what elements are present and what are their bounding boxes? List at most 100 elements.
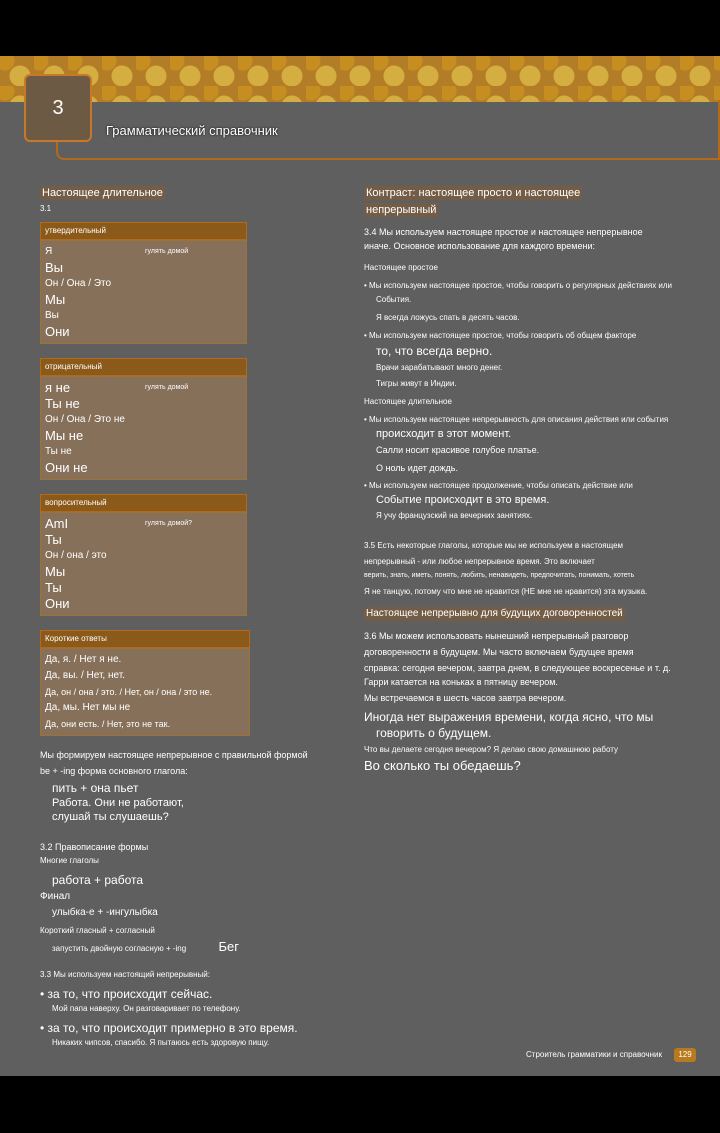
example: работа + работа [52, 873, 144, 887]
table-row: я не [45, 380, 71, 395]
table-header: утвердительный [40, 222, 247, 240]
table-row: Я [45, 246, 53, 257]
table-note: гулять домой [145, 384, 189, 391]
table-row: Он / она / это [45, 550, 107, 561]
example: запустить двойную согласную + -ing Бег [40, 940, 320, 956]
unit-number: 3 [52, 96, 64, 119]
example: Мой папа наверху. Он разговаривает по те… [52, 1004, 241, 1013]
table-row: AmI [45, 516, 69, 531]
example: пить + она пьет [52, 781, 139, 795]
table-row: Мы [45, 564, 66, 579]
table-note: гулять домой? [145, 520, 193, 527]
text-line: Мы формируем настоящее непрерывное с пра… [40, 750, 308, 760]
table-row: Ты не [45, 396, 80, 411]
table-row: Ты не [45, 446, 72, 457]
section-title-contrast: Контраст: настоящее просто и настоящее [364, 186, 583, 200]
bullet: • за то, что происходит сейчас. [40, 987, 213, 1001]
text-line: говорить о будущем. [376, 726, 492, 740]
table-row: Он / Она / Это [45, 278, 112, 289]
unit-number-badge: 3 [24, 74, 92, 142]
footer-text: Строитель грамматики и справочник [526, 1050, 662, 1059]
table-row: Он / Она / Это не [45, 414, 125, 425]
header-banner [0, 56, 720, 102]
table-row: Вы [45, 260, 64, 275]
section-title-present-continuous: Настоящее длительное [40, 186, 165, 200]
table-header: Короткие ответы [40, 630, 250, 648]
text-line: иначе. Основное использование для каждог… [364, 241, 595, 251]
example: Никаких чипсов, спасибо. Я пытаюсь есть … [52, 1038, 270, 1047]
table-row: Да, я. / Нет я не. [45, 654, 122, 665]
bullet: • Мы используем настоящее продолжение, ч… [364, 481, 633, 490]
page-number: 129 [674, 1048, 696, 1062]
section-number: 3.1 [40, 204, 52, 213]
table-body: Да, я. / Нет я не. Да, вы. / Нет, нет. Д… [40, 648, 250, 736]
example: Мы встречаемся в шесть часов завтра вече… [364, 693, 567, 703]
table-row: Ты [45, 532, 62, 547]
text-line: справка: сегодня вечером, завтра днем, в… [364, 663, 671, 673]
section-title-future: Настоящее непрерывно для будущих договор… [364, 607, 625, 621]
example: улыбка-е + -ингулыбка [52, 907, 158, 918]
table-body: гулять домой? AmI Ты Он / она / это Мы Т… [40, 512, 247, 616]
short-answers-table: Короткие ответы Да, я. / Нет я не. Да, в… [40, 630, 250, 736]
example: Тигры живут в Индии. [376, 379, 457, 388]
example-result: Бег [218, 939, 239, 954]
text-line: Иногда нет выражения времени, когда ясно… [364, 710, 654, 724]
table-row: Мы не [45, 428, 84, 443]
example: Во сколько ты обедаешь? [364, 758, 521, 773]
bullet: • Мы используем настоящее простое, чтобы… [364, 331, 637, 340]
subheading: Настоящее простое [364, 263, 438, 272]
example: Я всегда ложусь спать в десять часов. [376, 313, 520, 322]
text-line: Финал [40, 891, 71, 902]
bullet: • Мы используем настоящее простое, чтобы… [364, 281, 673, 290]
text-line: be + -ing форма основного глагола: [40, 766, 188, 776]
table-row: Да, он / она / это. / Нет, он / она / эт… [45, 687, 213, 697]
table-row: Да, мы. Нет мы не [45, 702, 131, 713]
example: Я не танцую, потому что мне не нравится … [364, 587, 648, 596]
text-line: непрерывный - или любое непрерывное врем… [364, 557, 595, 566]
negative-table: отрицательный гулять домой я не Ты не Он… [40, 358, 247, 480]
example: О ноль идет дождь. [376, 463, 458, 473]
table-row: Они [45, 324, 70, 339]
example: Я учу французский на вечерних занятиях. [376, 511, 533, 520]
text-line: Событие происходит в это время. [376, 494, 550, 506]
bullet: • Мы используем настоящее непрерывность … [364, 415, 669, 424]
subsection-title: 3.3 Мы используем настоящий непрерывный: [40, 970, 210, 979]
text-line: договоренности в будущем. Мы часто включ… [364, 647, 634, 657]
table-note: гулять домой [145, 248, 189, 255]
text-line: 3.6 Мы можем использовать нынешний непре… [364, 631, 629, 641]
example: Работа. Они не работают, [52, 797, 184, 809]
affirmative-table: утвердительный гулять домой Я Вы Он / Он… [40, 222, 247, 344]
table-row: Они не [45, 460, 88, 475]
table-body: гулять домой я не Ты не Он / Она / Это н… [40, 376, 247, 480]
text-line: то, что всегда верно. [376, 344, 493, 358]
text-line: происходит в этот момент. [376, 428, 512, 440]
table-row: Вы [45, 310, 59, 321]
left-column: Настоящее длительное 3.1 утвердительный … [40, 186, 320, 1050]
page-title: Грамматический справочник [106, 123, 278, 138]
table-row: Мы [45, 292, 66, 307]
example: Гарри катается на коньках в пятницу вече… [364, 677, 558, 687]
example-text: запустить двойную согласную + -ing [52, 944, 187, 953]
text-line: Многие глаголы [40, 856, 99, 865]
question-table: вопросительный гулять домой? AmI Ты Он /… [40, 494, 247, 616]
text-line: 3.4 Мы используем настоящее простое и на… [364, 227, 643, 237]
example: Что вы делаете сегодня вечером? Я делаю … [364, 745, 618, 754]
example: слушай ты слушаешь? [52, 811, 169, 823]
text-line: верить, знать, иметь, понять, любить, не… [364, 572, 635, 579]
example: Салли носит красивое голубое платье. [376, 445, 540, 455]
page: 3 Грамматический справочник Настоящее дл… [0, 56, 720, 1076]
table-row: Да, вы. / Нет, нет. [45, 670, 125, 681]
table-header: отрицательный [40, 358, 247, 376]
text-line: Короткий гласный + согласный [40, 926, 155, 935]
text-line: 3.5 Есть некоторые глаголы, которые мы н… [364, 541, 624, 550]
bullet: • за то, что происходит примерно в это в… [40, 1021, 298, 1035]
text-line: События. [376, 295, 412, 304]
subheading: Настоящее длительное [364, 397, 452, 406]
table-header: вопросительный [40, 494, 247, 512]
right-column: Контраст: настоящее просто и настоящее н… [364, 186, 694, 775]
subsection-title: 3.2 Правописание формы [40, 842, 149, 852]
table-row: Да, они есть. / Нет, это не так. [45, 719, 171, 729]
table-row: Они [45, 596, 70, 611]
table-row: Ты [45, 580, 62, 595]
table-body: гулять домой Я Вы Он / Она / Это Мы Вы О… [40, 240, 247, 344]
